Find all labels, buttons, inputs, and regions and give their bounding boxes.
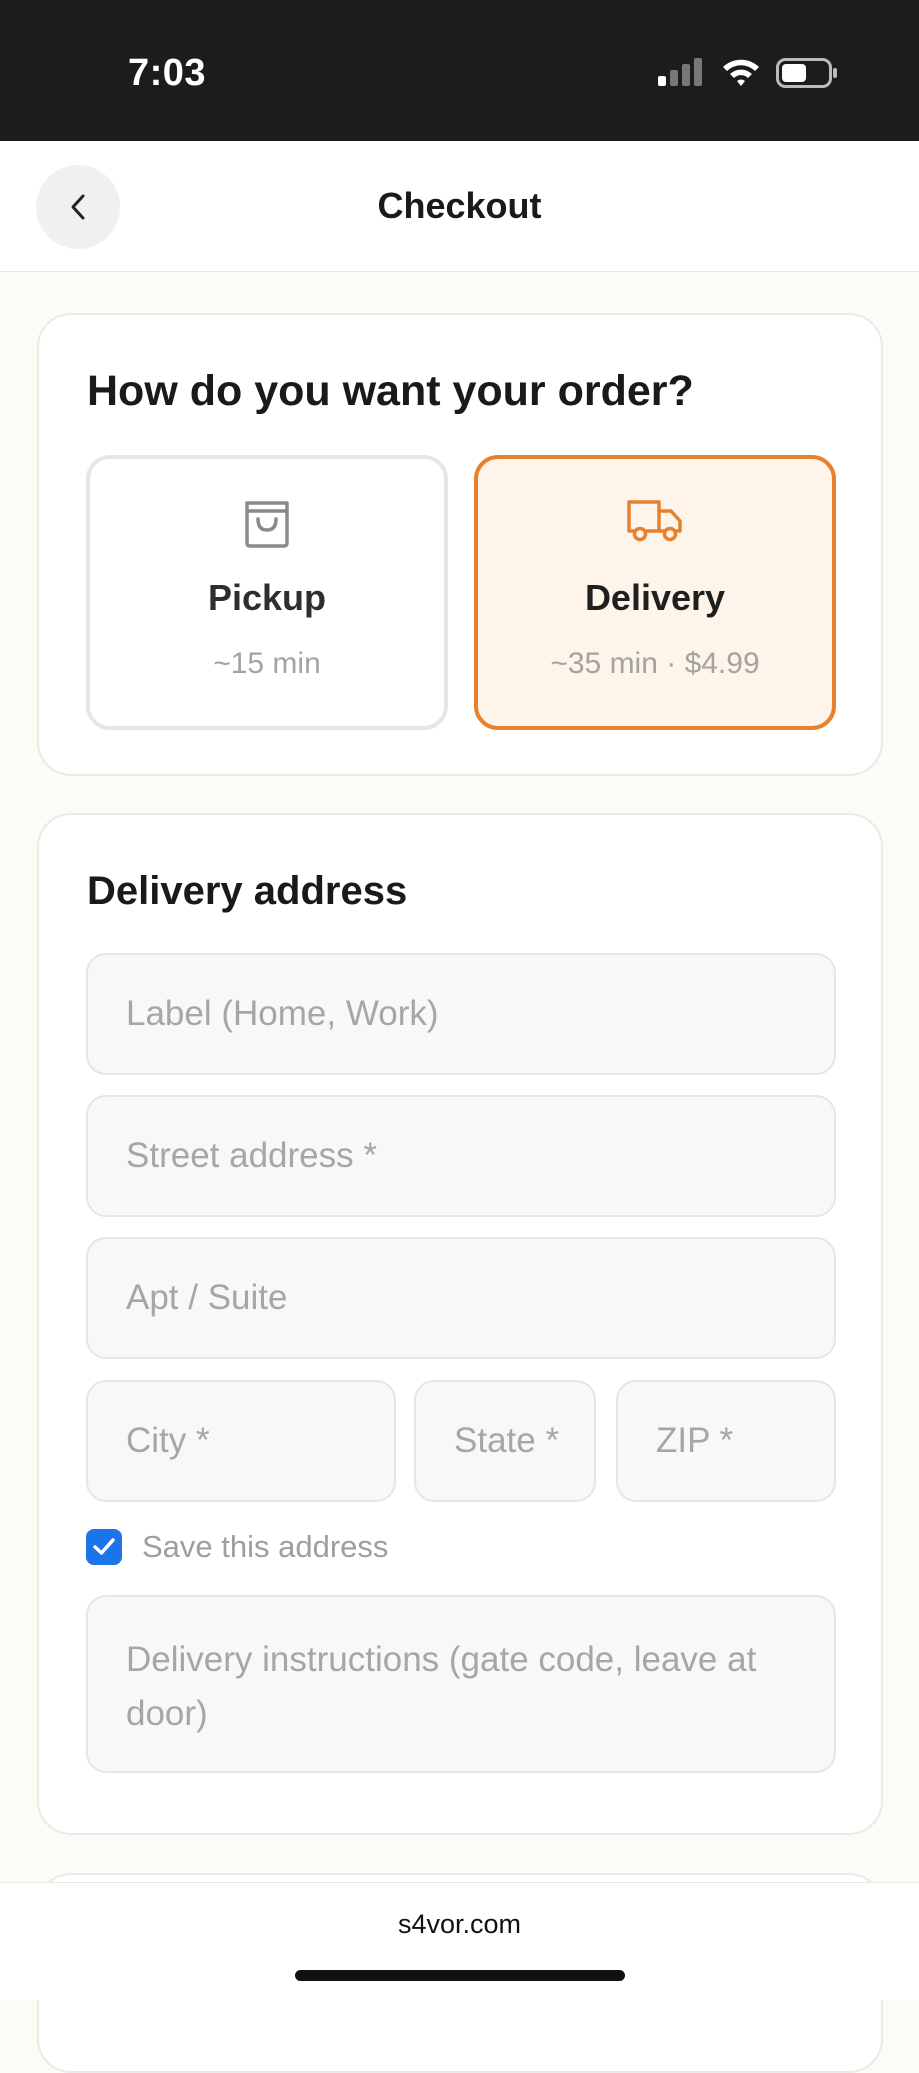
checkmark-icon <box>93 1538 115 1555</box>
save-address-row[interactable]: Save this address <box>86 1527 388 1567</box>
street-address-input[interactable]: Street address * <box>86 1095 836 1217</box>
state-input[interactable]: State * <box>414 1380 596 1502</box>
delivery-time-fee: ~35 min · $4.99 <box>550 647 760 680</box>
save-address-checkbox[interactable] <box>86 1529 122 1565</box>
status-time: 7:03 <box>128 52 207 94</box>
delivery-instructions-input[interactable]: Delivery instructions (gate code, leave … <box>86 1595 836 1773</box>
home-indicator <box>295 1970 625 1981</box>
wifi-icon <box>723 59 759 86</box>
delivery-label: Delivery <box>584 577 726 618</box>
save-address-label: Save this address <box>142 1529 389 1564</box>
pickup-label: Pickup <box>207 577 327 618</box>
order-type-heading: How do you want your order? <box>87 367 694 415</box>
truck-icon <box>627 500 682 542</box>
nav-bar: Checkout <box>0 141 919 272</box>
status-bar: 7:03 <box>0 0 919 141</box>
apt-suite-input[interactable]: Apt / Suite <box>86 1237 836 1359</box>
battery-icon <box>776 58 837 88</box>
delivery-address-heading: Delivery address <box>87 869 408 913</box>
delivery-address-card: Delivery address Label (Home, Work) Stre… <box>37 813 883 1835</box>
city-input[interactable]: City * <box>86 1380 396 1502</box>
pickup-option[interactable]: Pickup ~15 min <box>86 455 448 730</box>
browser-footer: s4vor.com <box>0 1882 919 2000</box>
shopping-bag-icon <box>245 501 289 548</box>
address-label-input[interactable]: Label (Home, Work) <box>86 953 836 1075</box>
order-type-card: How do you want your order? Pickup ~15 m… <box>37 313 883 776</box>
delivery-option[interactable]: Delivery ~35 min · $4.99 <box>474 455 836 730</box>
zip-input[interactable]: ZIP * <box>616 1380 836 1502</box>
page-title: Checkout <box>377 185 542 226</box>
signal-icon <box>658 58 702 86</box>
pickup-time: ~15 min <box>213 647 321 680</box>
site-url[interactable]: s4vor.com <box>0 1909 919 1940</box>
